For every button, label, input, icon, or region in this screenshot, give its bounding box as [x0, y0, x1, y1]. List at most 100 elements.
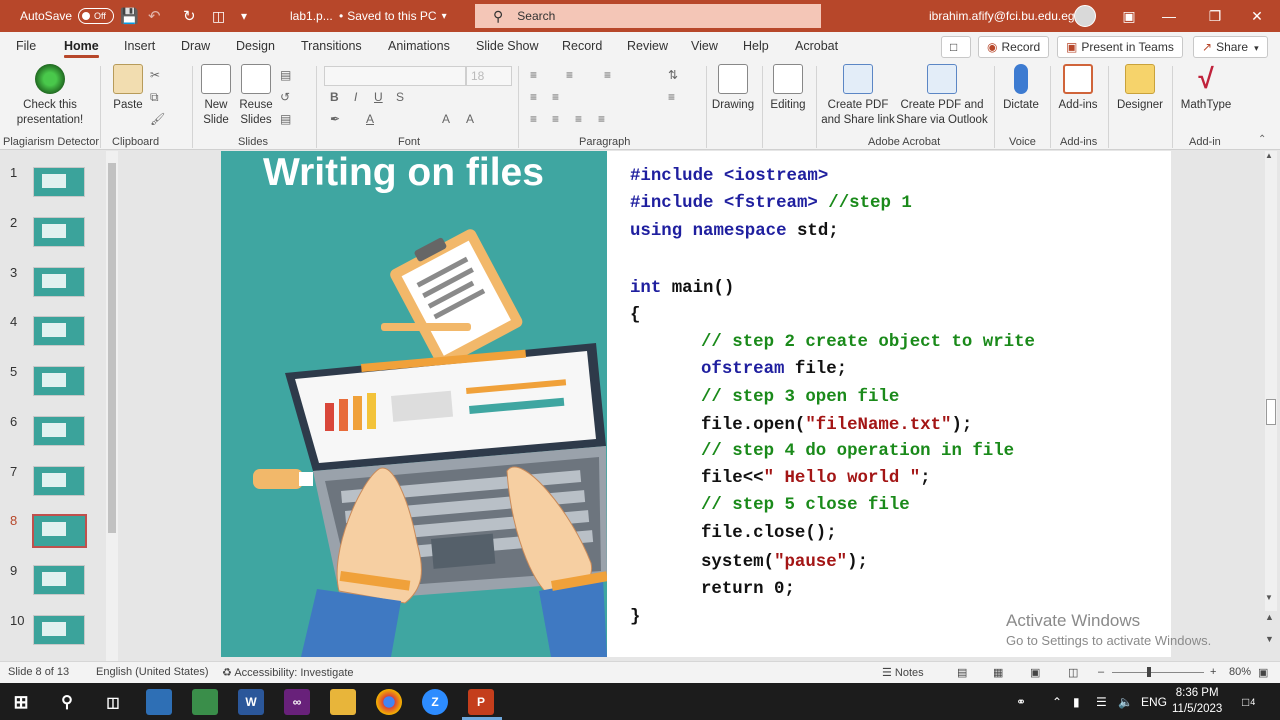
bullets-icon[interactable]: ≡ — [530, 68, 537, 82]
tab-slide-show[interactable]: Slide Show — [476, 32, 539, 60]
reading-view-icon[interactable]: ▣ — [1030, 666, 1040, 679]
grow-font-icon[interactable]: A — [442, 112, 450, 126]
notes-button[interactable]: ☰ Notes — [882, 666, 924, 679]
reset-icon[interactable]: ↺ — [280, 90, 290, 104]
dictate-button[interactable]: Dictate — [998, 64, 1044, 113]
customize-qat-icon[interactable]: ▾ — [241, 0, 247, 32]
language-indicator[interactable]: ENG — [1141, 683, 1167, 720]
align-right-icon[interactable]: ≡ — [575, 112, 582, 126]
drawing-button[interactable]: Drawing — [710, 64, 756, 113]
slide-thumbnail[interactable]: 7 — [0, 464, 110, 504]
italic-icon[interactable]: I — [354, 90, 357, 104]
numbering-icon[interactable]: ≡ — [566, 68, 573, 82]
check-presentation-button[interactable]: Check this presentation! — [10, 64, 90, 128]
designer-button[interactable]: Designer — [1112, 64, 1168, 113]
line-spacing-icon[interactable]: ≡ — [604, 68, 611, 82]
laptop-app-icon[interactable] — [146, 689, 172, 715]
new-slide-button[interactable]: New Slide — [196, 64, 236, 128]
autosave-control[interactable]: AutoSave Off — [20, 0, 115, 32]
chevron-up-icon[interactable]: ⌃ — [1052, 683, 1062, 720]
start-from-beginning-icon[interactable]: ◫ — [212, 0, 225, 32]
align-center-icon[interactable]: ≡ — [552, 112, 559, 126]
slide-thumbnail[interactable]: 1 — [0, 165, 110, 205]
justify-icon[interactable]: ≡ — [598, 112, 605, 126]
windows-start-icon[interactable]: ⊞ — [8, 689, 34, 715]
tab-help[interactable]: Help — [743, 32, 769, 60]
highlight-icon[interactable]: ✒ — [330, 112, 340, 126]
add-ins-button[interactable]: Add-ins — [1054, 64, 1102, 113]
autosave-toggle[interactable]: Off — [78, 8, 115, 24]
comments-button[interactable]: □ — [941, 36, 971, 58]
tab-animations[interactable]: Animations — [388, 32, 450, 60]
shrink-font-icon[interactable]: A — [466, 112, 474, 126]
file-explorer-icon[interactable] — [330, 689, 356, 715]
create-pdf-outlook-button[interactable]: Create PDF and Share via Outlook — [894, 64, 990, 128]
powerpoint-icon[interactable]: P — [468, 689, 494, 715]
tab-transitions[interactable]: Transitions — [301, 32, 362, 60]
copy-icon[interactable]: ⧉ — [150, 90, 159, 105]
underline-icon[interactable]: U — [374, 90, 383, 104]
save-icon[interactable]: 💾 — [120, 0, 139, 32]
slide-scrollbar[interactable]: ▲ ▼ — [1265, 151, 1277, 611]
search-input[interactable]: ⚲ Search — [475, 4, 821, 28]
scroll-up-icon[interactable]: ▲ — [1265, 151, 1273, 160]
slide-show-icon[interactable]: ◫ — [1068, 666, 1078, 679]
share-button[interactable]: ↗ Share ▾ — [1193, 36, 1268, 58]
font-color-icon[interactable]: A — [366, 112, 374, 126]
next-slide-icon[interactable]: ▼ — [1265, 634, 1274, 644]
slide-thumbnail[interactable]: 3 — [0, 265, 110, 305]
fit-to-window-icon[interactable]: ▣ — [1258, 666, 1268, 679]
section-icon[interactable]: ▤ — [280, 112, 291, 126]
tab-review[interactable]: Review — [627, 32, 668, 60]
notifications-icon[interactable]: □ 4 — [1242, 683, 1255, 720]
tab-draw[interactable]: Draw — [181, 32, 210, 60]
slide-thumbnail[interactable]: 9 — [0, 563, 110, 603]
restore-icon[interactable]: ❐ — [1192, 0, 1238, 32]
bold-icon[interactable]: B — [330, 90, 339, 104]
minimize-icon[interactable]: — — [1146, 0, 1192, 32]
slide-thumbnail[interactable]: 4 — [0, 314, 110, 354]
present-in-teams-button[interactable]: ▣ Present in Teams — [1057, 36, 1183, 58]
reuse-slides-button[interactable]: Reuse Slides — [236, 64, 276, 128]
slide-thumbnail[interactable]: 10 — [0, 613, 110, 653]
previous-slide-icon[interactable]: ▲ — [1265, 612, 1274, 622]
tab-file[interactable]: File — [16, 32, 36, 60]
save-status[interactable]: • Saved to this PC ▾ — [339, 0, 447, 32]
tab-design[interactable]: Design — [236, 32, 275, 60]
tab-home[interactable]: Home — [64, 32, 99, 60]
align-text-icon[interactable]: ≡ — [668, 90, 675, 104]
task-view-icon[interactable]: ◫ — [100, 689, 126, 715]
account-email[interactable]: ibrahim.afify@fci.bu.edu.eg — [929, 0, 1075, 32]
people-icon[interactable]: ⚭ — [1016, 683, 1026, 720]
network-icon[interactable]: ☰ — [1096, 683, 1107, 720]
create-pdf-share-link-button[interactable]: Create PDF and Share link — [820, 64, 896, 128]
font-size-select[interactable]: 18 — [466, 66, 512, 86]
close-icon[interactable]: ✕ — [1234, 0, 1280, 32]
undo-icon[interactable]: ↶ — [148, 0, 161, 32]
decrease-indent-icon[interactable]: ≡ — [530, 90, 537, 104]
zoom-in-icon[interactable]: + — [1210, 666, 1216, 678]
record-button[interactable]: ◉ Record — [978, 36, 1050, 58]
zoom-icon[interactable]: Z — [422, 689, 448, 715]
editing-button[interactable]: Editing — [766, 64, 810, 113]
tab-acrobat[interactable]: Acrobat — [795, 32, 838, 60]
zoom-out-icon[interactable]: – — [1098, 666, 1104, 678]
shadow-icon[interactable]: S — [396, 90, 404, 104]
normal-view-icon[interactable]: ▤ — [957, 666, 967, 679]
accessibility-status[interactable]: ♻ Accessibility: Investigate — [222, 666, 354, 679]
zoom-slider-thumb[interactable] — [1147, 667, 1151, 677]
slide-sorter-icon[interactable]: ▦ — [993, 666, 1003, 679]
scroll-down-icon[interactable]: ▼ — [1265, 593, 1273, 602]
tab-view[interactable]: View — [691, 32, 718, 60]
word-icon[interactable]: W — [238, 689, 264, 715]
slide-thumbnail[interactable]: 6 — [0, 414, 110, 454]
scrollbar-thumb[interactable] — [108, 163, 116, 533]
zoom-slider[interactable] — [1112, 667, 1204, 677]
language-indicator[interactable]: English (United States) — [96, 666, 209, 678]
slide-thumbnail[interactable]: 2 — [0, 215, 110, 255]
increase-indent-icon[interactable]: ≡ — [552, 90, 559, 104]
search-icon[interactable]: ⚲ — [54, 689, 80, 715]
avatar[interactable] — [1074, 5, 1096, 27]
slide-thumbnail-selected[interactable]: 8 — [0, 513, 110, 553]
system-clock[interactable]: 8:36 PM 11/5/2023 — [1172, 685, 1222, 717]
